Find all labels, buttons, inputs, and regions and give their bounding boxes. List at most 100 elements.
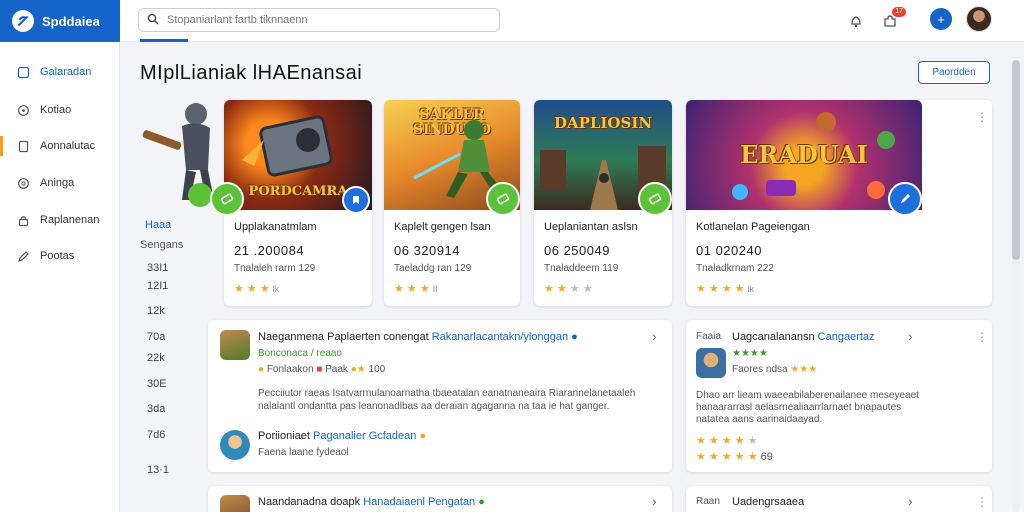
sidebar-item-label: Aninga (40, 177, 75, 189)
left-stat-value: 13·1 (147, 464, 170, 476)
left-stat-value: 3da (147, 403, 166, 415)
game-card-number: 06 250049 (544, 243, 610, 258)
left-stat-subheading: Sengans (140, 239, 184, 251)
review-meta-label-2: Paak (325, 364, 348, 375)
review-avatar (220, 330, 250, 360)
chevron-right-icon[interactable]: › (908, 328, 913, 344)
sidebar-item-galaradan[interactable]: Galaradan (0, 59, 120, 85)
sidebar-item-raplanenan[interactable]: Raplanenan (0, 207, 120, 233)
search-icon (147, 13, 159, 28)
sidebar: Galaradan Kotiao Aonnalutac Aninga Rapla… (0, 42, 120, 512)
reply-link[interactable]: Paganalier Gcfadean (313, 430, 416, 442)
review-meta-score: 100 (368, 364, 386, 375)
review-title-link[interactable]: Cangaertaz (818, 331, 875, 343)
user-avatar[interactable] (966, 6, 992, 32)
review-title: Uagcanalanansn Cangaertaz (732, 331, 875, 343)
game-card-subtitle: Tnaladkrnam 222 (696, 263, 774, 274)
review-score: 69 (760, 451, 773, 463)
reply-title: Poriioniaet Paganalier Gcfadean ● (258, 430, 426, 442)
sidebar-item-label: Aonnalutac (40, 140, 96, 152)
sidebar-item-label: Kotiao (40, 104, 72, 116)
sidebar-item-aninga[interactable]: Aninga (0, 170, 120, 196)
review-rating-stars: ★ ★ ★ ★ ★ (696, 435, 758, 447)
lock-icon (16, 213, 30, 227)
sidebar-item-pootas[interactable]: Pootas (0, 243, 120, 269)
emoji-icon: ● (419, 430, 427, 442)
review-title-link[interactable]: Rakanarlacantakn/ylonggan (432, 331, 568, 343)
tag-icon[interactable] (638, 182, 672, 216)
review-card[interactable]: Faaia Uagcanalanansn Cangaertaz › ⋮ ★★★★… (686, 320, 992, 472)
game-card[interactable]: SAKLER SINDUOO Kaplelt gengen lsan 06 32… (384, 100, 520, 306)
review-title-text: Uagcanalanansn (732, 331, 815, 343)
create-button[interactable]: + (930, 8, 952, 30)
review-meta: ● Fonlaakon ■ Paak ●★ 100 (258, 364, 385, 375)
left-stat-heading: Haaa (145, 219, 172, 231)
more-options-icon[interactable]: ⋮ (976, 110, 988, 124)
review-body-line: Pecciiutor raeas Isatvarrnulanoarnatha t… (258, 388, 636, 399)
notification-badge: 17 (892, 7, 906, 17)
game-card[interactable]: ERADUAI ⋮ Kotlanelan Pageiengan 01 02024… (686, 100, 992, 306)
game-card-subtitle: Tnaladdeem 119 (544, 263, 619, 274)
game-card-title: Ueplaniantan aslsn (544, 221, 638, 233)
emoji-icon: ● (478, 496, 485, 508)
review-body-line: hanaararrasl aelasrnealiaarrlarnaet bnap… (696, 402, 902, 413)
app-name: Spddaiea (42, 13, 100, 29)
search-box[interactable] (138, 8, 500, 32)
game-card-image-text: ERADUAI (740, 140, 868, 169)
review-title-link[interactable]: Hanadaiaenl Pengatan (363, 496, 475, 508)
game-card-number: 06 320914 (394, 243, 460, 258)
chevron-right-icon[interactable]: › (652, 493, 657, 509)
sidebar-item-aonnalutac[interactable]: Aonnalutac (0, 133, 120, 159)
review-card[interactable]: Naandanadna doapk Hanadaiaenl Pengatan ●… (208, 486, 672, 512)
puzzle-icon[interactable]: 17 (880, 7, 906, 31)
chevron-right-icon[interactable]: › (908, 493, 913, 509)
tag-icon[interactable] (486, 182, 520, 216)
game-card-rating: ★ ★ ★ Il (394, 283, 438, 295)
circle-icon (16, 176, 30, 190)
more-options-icon[interactable]: ⋮ (976, 330, 988, 344)
hero-character-illustration (138, 100, 218, 210)
primary-action-button[interactable]: Paordden (918, 61, 990, 84)
plus-icon: + (937, 11, 945, 27)
game-card-image: ERADUAI (686, 100, 922, 210)
page-title: MIplLianiak lHAEnansai (140, 62, 363, 84)
rating-note: Il (432, 284, 438, 294)
bookmark-icon[interactable] (342, 186, 370, 214)
scrollbar-thumb[interactable] (1012, 60, 1020, 260)
review-score-row: ★ ★ ★ ★ ★ 69 (696, 451, 773, 463)
game-card-rating: ★ ★ ★ lk (234, 283, 280, 295)
game-card-title: Kotlanelan Pageiengan (696, 221, 810, 233)
pen-icon[interactable] (888, 182, 922, 216)
monitor-icon (16, 65, 30, 79)
chevron-right-icon[interactable]: › (652, 328, 657, 344)
game-card[interactable]: DAPLIOSIN Ueplaniantan aslsn 06 250049 T… (534, 100, 672, 306)
game-card[interactable]: PORDCAMRA Upplakanatmlam 21 .200084 Tnal… (210, 100, 372, 306)
review-stars: ★★★★ (732, 348, 768, 359)
review-meta-label: Fonlaakon (266, 364, 314, 375)
review-card[interactable]: Raan Uadengrsaaea › ⋮ (686, 486, 992, 512)
left-stat-value: 7d6 (147, 429, 166, 441)
review-avatar (696, 348, 726, 378)
logo-icon (12, 10, 34, 32)
pen-icon (16, 249, 30, 263)
left-stat-value: 70a (147, 331, 166, 343)
review-body-line: nalalantl ondantta pas leanonadlbas aa d… (258, 401, 610, 412)
verified-icon: ● (571, 331, 578, 343)
app-logo[interactable]: Spddaiea (0, 0, 120, 42)
review-subtitle: Bonconaca / reaao (258, 348, 342, 359)
tag-icon[interactable] (210, 182, 244, 216)
search-focus-indicator (140, 39, 188, 42)
more-options-icon[interactable]: ⋮ (976, 495, 988, 509)
left-stat-value: 30E (147, 378, 167, 390)
coin-icon: ● (258, 364, 265, 375)
sidebar-item-label: Pootas (40, 250, 75, 262)
search-input[interactable] (167, 14, 487, 26)
game-card-subtitle: Taeladdg ran 129 (394, 263, 472, 274)
notification-bell-icon[interactable] (846, 11, 866, 31)
left-stat-value: 12I1 (147, 280, 169, 292)
review-card[interactable]: Naeganmena Paplaerten conengat Rakanarla… (208, 320, 672, 472)
review-rating-label: Faores ndsa ★★★ (732, 364, 817, 375)
flag-icon: ■ (316, 364, 323, 375)
review-body-line: natatea aans aarinaidaayad. (696, 414, 823, 425)
sidebar-item-kotiao[interactable]: Kotiao (0, 97, 120, 123)
